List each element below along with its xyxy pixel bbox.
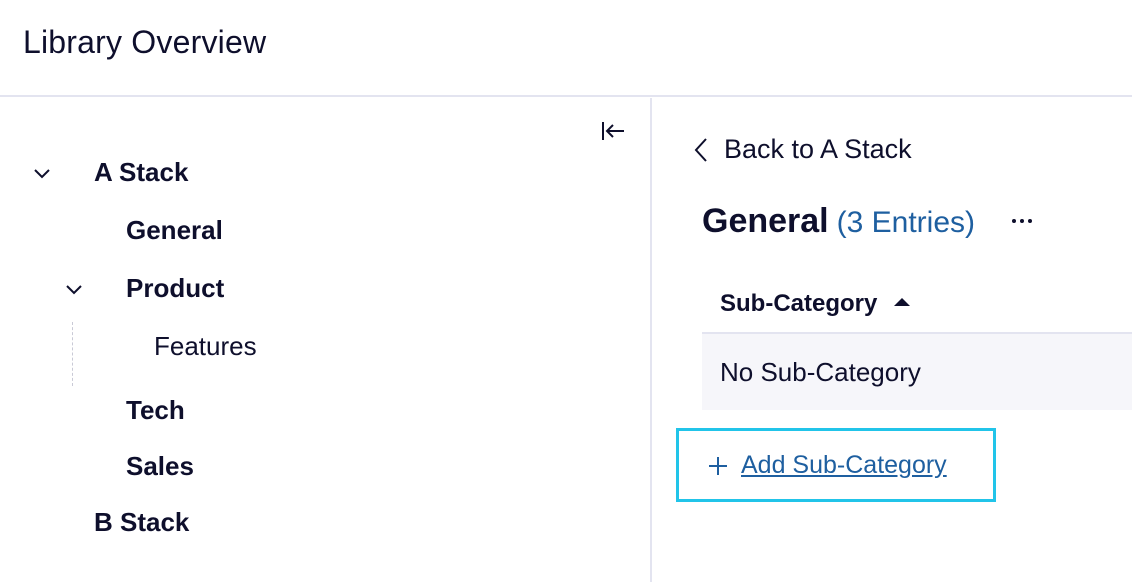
column-header-sub-category[interactable]: Sub-Category bbox=[702, 276, 1132, 334]
table-row[interactable]: No Sub-Category bbox=[702, 334, 1132, 410]
tree-item-tech[interactable]: Tech bbox=[126, 390, 185, 430]
tree-item-label: General bbox=[126, 214, 223, 245]
tree-item-label: Features bbox=[154, 330, 257, 361]
section-heading: General (3 Entries) bbox=[702, 202, 975, 241]
tree-item-label: B Stack bbox=[94, 506, 190, 537]
tree-item-b-stack[interactable]: B Stack bbox=[94, 502, 189, 542]
table-cell: No Sub-Category bbox=[720, 356, 921, 387]
chevron-down-icon[interactable] bbox=[32, 166, 52, 180]
tree-item-features[interactable]: Features bbox=[154, 326, 257, 366]
page-header: Library Overview bbox=[0, 0, 1132, 97]
add-sub-category-link[interactable]: Add Sub-Category bbox=[707, 451, 947, 480]
page-title: Library Overview bbox=[23, 24, 267, 60]
tree-item-sales[interactable]: Sales bbox=[126, 446, 194, 486]
sub-category-table: Sub-Category No Sub-Category bbox=[702, 276, 1132, 410]
sort-ascending-icon bbox=[877, 295, 911, 313]
plus-icon bbox=[707, 455, 729, 477]
column-header-label: Sub-Category bbox=[720, 290, 878, 317]
back-link[interactable]: Back to A Stack bbox=[694, 134, 912, 165]
focus-highlight: Add Sub-Category bbox=[676, 428, 996, 502]
section-title: General bbox=[702, 202, 829, 240]
tree-item-product[interactable]: Product bbox=[126, 268, 224, 308]
tree-indent-guide bbox=[72, 322, 73, 386]
more-options-icon[interactable] bbox=[1010, 209, 1034, 233]
collapse-panel-icon[interactable] bbox=[598, 118, 628, 144]
tree-item-a-stack[interactable]: A Stack bbox=[94, 152, 188, 192]
chevron-left-icon bbox=[694, 137, 708, 163]
entries-count: (3 Entries) bbox=[836, 206, 975, 239]
tree-item-label: Sales bbox=[126, 450, 194, 481]
tree-item-label: A Stack bbox=[94, 156, 189, 187]
library-tree-panel: A Stack General Product Features Tech Sa… bbox=[0, 98, 652, 582]
tree-item-label: Tech bbox=[126, 394, 185, 425]
back-link-label: Back to A Stack bbox=[724, 134, 912, 164]
add-sub-category-label: Add Sub-Category bbox=[741, 451, 947, 479]
chevron-down-icon[interactable] bbox=[64, 282, 84, 296]
detail-panel: Back to A Stack General (3 Entries) Sub-… bbox=[654, 98, 1132, 582]
tree-item-label: Product bbox=[126, 272, 225, 303]
tree-item-general[interactable]: General bbox=[126, 210, 223, 250]
